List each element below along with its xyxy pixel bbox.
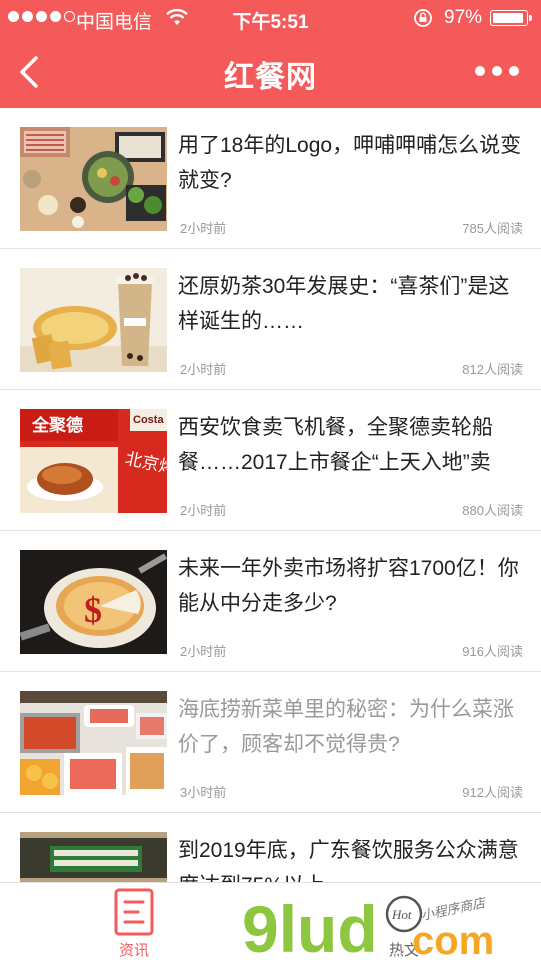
article-read-count: 785人阅读 [462,221,523,236]
article-thumbnail: $ [20,550,167,654]
watermark-brand-a: 9lud [242,892,378,960]
article-read-count: 880人阅读 [462,503,523,518]
article-title: 还原奶茶30年发展史：“喜茶们”是这样诞生的…… [178,275,510,333]
article-title: 用了18年的Logo，呷哺呷哺怎么说变就变? [178,134,522,192]
article-item[interactable]: $ 未来一年外卖市场将扩容1700亿！你能从中分走多少? 2小时前 916人阅读 [0,531,541,672]
battery-percent: 97% [444,7,483,28]
article-list: 用了18年的Logo，呷哺呷哺怎么说变就变? 2小时前 785人阅读 还原奶茶3… [0,108,541,882]
article-title: 海底捞新菜单里的秘密：为什么菜涨价了，顾客却不觉得贵? [178,698,514,756]
news-icon [114,888,154,936]
article-item[interactable]: 到2019年底，广东餐饮服务公众满意度达到75%以上 [0,813,541,882]
article-item[interactable]: 用了18年的Logo，呷哺呷哺怎么说变就变? 2小时前 785人阅读 [0,108,541,249]
article-time: 3小时前 [180,785,227,800]
article-title: 西安饮食卖飞机餐，全聚德卖轮船餐……2017上市餐企“上天入地”卖 [178,416,493,474]
watermark-brand-b: com [412,919,494,960]
article-time: 2小时前 [180,221,227,236]
watermark-logo: 9lud com 小程序商店 [242,892,494,960]
status-bar: 中国电信 下午5:51 97% [0,0,541,36]
more-options-icon[interactable] [475,66,519,76]
dollar-sign-text: $ [84,590,102,630]
page-title: 红餐网 [224,61,317,94]
costa-logo-text: Costa [133,414,164,426]
article-read-count: 916人阅读 [462,644,523,659]
article-read-count: 912人阅读 [462,785,523,800]
article-time: 2小时前 [180,644,227,659]
article-title: 到2019年底，广东餐饮服务公众满意度达到75%以上 [178,839,519,882]
quanjude-logo-text: 全聚德 [31,415,83,435]
article-item[interactable]: 海底捞新菜单里的秘密：为什么菜涨价了，顾客却不觉得贵? 3小时前 912人阅读 [0,672,541,813]
article-thumbnail: 全聚德 Costa 北京烤鸭 [20,409,167,513]
nav-bar: 红餐网 [0,36,541,108]
article-item[interactable]: 全聚德 Costa 北京烤鸭 西安饮食卖飞机餐，全聚德卖轮船餐……2017上市餐… [0,390,541,531]
article-thumbnail [20,268,167,372]
article-time: 2小时前 [180,362,227,377]
article-thumbnail [20,127,167,231]
article-item[interactable]: 还原奶茶30年发展史：“喜茶们”是这样诞生的…… 2小时前 812人阅读 [0,249,541,390]
article-thumbnail [20,691,167,795]
battery-icon [490,10,532,26]
article-read-count: 812人阅读 [462,362,523,377]
article-time: 2小时前 [180,503,227,518]
article-title: 未来一年外卖市场将扩容1700亿！你能从中分走多少? [178,557,519,615]
tab-news-label: 资讯 [118,942,149,959]
article-thumbnail [20,832,167,882]
tab-news[interactable]: 资讯 [74,883,194,960]
rotation-lock-icon [414,9,432,27]
